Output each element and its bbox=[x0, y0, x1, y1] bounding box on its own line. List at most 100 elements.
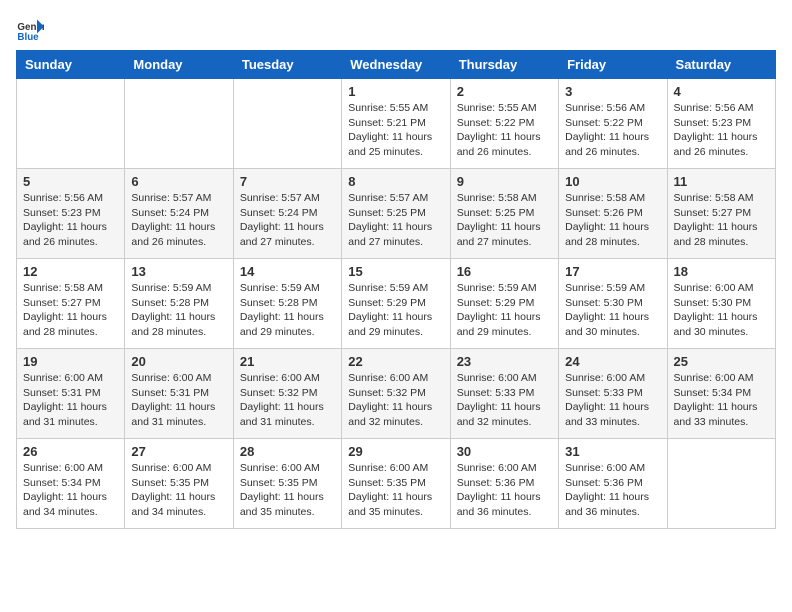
day-number: 19 bbox=[23, 354, 118, 369]
day-info-text: Daylight: 11 hours and 29 minutes. bbox=[348, 310, 443, 339]
calendar-cell: 28Sunrise: 6:00 AMSunset: 5:35 PMDayligh… bbox=[233, 439, 341, 529]
day-info-text: Daylight: 11 hours and 28 minutes. bbox=[23, 310, 118, 339]
day-info-text: Sunset: 5:22 PM bbox=[457, 116, 552, 131]
day-number: 26 bbox=[23, 444, 118, 459]
day-info-text: Sunrise: 5:59 AM bbox=[131, 281, 226, 296]
day-info-text: Daylight: 11 hours and 33 minutes. bbox=[674, 400, 769, 429]
day-info-text: Sunrise: 5:57 AM bbox=[240, 191, 335, 206]
calendar-cell: 7Sunrise: 5:57 AMSunset: 5:24 PMDaylight… bbox=[233, 169, 341, 259]
day-header-tuesday: Tuesday bbox=[233, 51, 341, 79]
calendar-cell: 12 Sunrise: 5:58 AMSunset: 5:27 PMDayligh… bbox=[17, 259, 125, 349]
day-info-text: Daylight: 11 hours and 32 minutes. bbox=[457, 400, 552, 429]
calendar-cell: 2 Sunrise: 5:55 AMSunset: 5:22 PMDaylight… bbox=[450, 79, 558, 169]
day-number: 16 bbox=[457, 264, 552, 279]
day-info-text: Sunrise: 5:59 AM bbox=[565, 281, 660, 296]
day-info-text: Sunset: 5:27 PM bbox=[23, 296, 118, 311]
day-number: 14 bbox=[240, 264, 335, 279]
day-info-text: Sunset: 5:25 PM bbox=[457, 206, 552, 221]
day-info-text: Daylight: 11 hours and 31 minutes. bbox=[240, 400, 335, 429]
day-info-text: Sunset: 5:31 PM bbox=[131, 386, 226, 401]
calendar-cell: 18Sunrise: 6:00 AMSunset: 5:30 PMDayligh… bbox=[667, 259, 775, 349]
calendar-cell: 27Sunrise: 6:00 AMSunset: 5:35 PMDayligh… bbox=[125, 439, 233, 529]
calendar-cell bbox=[667, 439, 775, 529]
calendar-week-row: 1Sunrise: 5:55 AMSunset: 5:21 PMDaylight… bbox=[17, 79, 776, 169]
day-info-text: Daylight: 11 hours and 26 minutes. bbox=[457, 130, 552, 159]
day-info-text: Sunrise: 6:00 AM bbox=[674, 281, 769, 296]
calendar-cell: 21Sunrise: 6:00 AMSunset: 5:32 PMDayligh… bbox=[233, 349, 341, 439]
day-info-text: Sunrise: 5:57 AM bbox=[131, 191, 226, 206]
day-number: 24 bbox=[565, 354, 660, 369]
day-info-text: Daylight: 11 hours and 27 minutes. bbox=[457, 220, 552, 249]
day-info-text: Sunrise: 5:59 AM bbox=[240, 281, 335, 296]
day-info-text: Sunset: 5:28 PM bbox=[240, 296, 335, 311]
day-info-text: Sunset: 5:29 PM bbox=[348, 296, 443, 311]
day-info-text: Daylight: 11 hours and 28 minutes. bbox=[131, 310, 226, 339]
calendar-cell: 30Sunrise: 6:00 AMSunset: 5:36 PMDayligh… bbox=[450, 439, 558, 529]
calendar-table: SundayMondayTuesdayWednesdayThursdayFrid… bbox=[16, 50, 776, 529]
day-number: 1 bbox=[348, 84, 443, 99]
day-header-wednesday: Wednesday bbox=[342, 51, 450, 79]
day-number: 12 bbox=[23, 264, 118, 279]
day-number: 31 bbox=[565, 444, 660, 459]
day-info-text: Sunrise: 5:59 AM bbox=[348, 281, 443, 296]
day-number: 27 bbox=[131, 444, 226, 459]
calendar-cell: 20Sunrise: 6:00 AMSunset: 5:31 PMDayligh… bbox=[125, 349, 233, 439]
day-number: 10 bbox=[565, 174, 660, 189]
day-number: 18 bbox=[674, 264, 769, 279]
calendar-cell: 25Sunrise: 6:00 AMSunset: 5:34 PMDayligh… bbox=[667, 349, 775, 439]
day-info-text: Daylight: 11 hours and 26 minutes. bbox=[131, 220, 226, 249]
day-info-text: Sunset: 5:36 PM bbox=[457, 476, 552, 491]
day-info-text: Daylight: 11 hours and 25 minutes. bbox=[348, 130, 443, 159]
day-info-text: Sunrise: 5:55 AM bbox=[348, 101, 443, 116]
day-number: 3 bbox=[565, 84, 660, 99]
day-header-thursday: Thursday bbox=[450, 51, 558, 79]
day-info-text: Sunrise: 6:00 AM bbox=[240, 371, 335, 386]
day-info-text: Sunset: 5:28 PM bbox=[131, 296, 226, 311]
calendar-cell: 9Sunrise: 5:58 AMSunset: 5:25 PMDaylight… bbox=[450, 169, 558, 259]
day-number: 7 bbox=[240, 174, 335, 189]
calendar-cell: 13Sunrise: 5:59 AMSunset: 5:28 PMDayligh… bbox=[125, 259, 233, 349]
calendar-week-row: 19Sunrise: 6:00 AMSunset: 5:31 PMDayligh… bbox=[17, 349, 776, 439]
day-info-text: Sunset: 5:34 PM bbox=[23, 476, 118, 491]
day-info-text: Daylight: 11 hours and 36 minutes. bbox=[457, 490, 552, 519]
day-info-text: Sunset: 5:21 PM bbox=[348, 116, 443, 131]
day-info-text: Sunrise: 5:59 AM bbox=[457, 281, 552, 296]
day-info-text: Daylight: 11 hours and 36 minutes. bbox=[565, 490, 660, 519]
day-info-text: Daylight: 11 hours and 28 minutes. bbox=[565, 220, 660, 249]
day-info-text: Sunrise: 5:56 AM bbox=[565, 101, 660, 116]
day-info-text: Daylight: 11 hours and 26 minutes. bbox=[565, 130, 660, 159]
day-info-text: Sunset: 5:34 PM bbox=[674, 386, 769, 401]
day-info-text: Sunset: 5:22 PM bbox=[565, 116, 660, 131]
svg-text:Blue: Blue bbox=[17, 32, 39, 43]
day-info-text: Daylight: 11 hours and 27 minutes. bbox=[348, 220, 443, 249]
calendar-week-row: 12Sunrise: 5:58 AMSunset: 5:27 PMDayligh… bbox=[17, 259, 776, 349]
day-info-text: Sunset: 5:35 PM bbox=[131, 476, 226, 491]
day-info-text: Daylight: 11 hours and 29 minutes. bbox=[457, 310, 552, 339]
day-info-text: Sunrise: 5:55 AM bbox=[457, 101, 552, 116]
day-info-text: Sunrise: 6:00 AM bbox=[240, 461, 335, 476]
logo[interactable]: General Blue bbox=[16, 16, 48, 44]
day-info-text: Sunset: 5:24 PM bbox=[240, 206, 335, 221]
day-number: 30 bbox=[457, 444, 552, 459]
day-info-text: Sunset: 5:33 PM bbox=[565, 386, 660, 401]
day-header-monday: Monday bbox=[125, 51, 233, 79]
day-info-text: Daylight: 11 hours and 26 minutes. bbox=[674, 130, 769, 159]
day-info-text: Daylight: 11 hours and 29 minutes. bbox=[240, 310, 335, 339]
day-number: 2 bbox=[457, 84, 552, 99]
day-info-text: Sunrise: 5:58 AM bbox=[457, 191, 552, 206]
day-info-text: Sunrise: 5:58 AM bbox=[23, 281, 118, 296]
calendar-cell: 26Sunrise: 6:00 AMSunset: 5:34 PMDayligh… bbox=[17, 439, 125, 529]
day-header-saturday: Saturday bbox=[667, 51, 775, 79]
calendar-cell: 1 Sunrise: 5:55 AMSunset: 5:21 PMDaylight… bbox=[342, 79, 450, 169]
day-info-text: Sunrise: 5:58 AM bbox=[674, 191, 769, 206]
calendar-week-row: 5Sunrise: 5:56 AMSunset: 5:23 PMDaylight… bbox=[17, 169, 776, 259]
calendar-cell: 16Sunrise: 5:59 AMSunset: 5:29 PMDayligh… bbox=[450, 259, 558, 349]
day-info-text: Daylight: 11 hours and 31 minutes. bbox=[131, 400, 226, 429]
day-number: 21 bbox=[240, 354, 335, 369]
day-number: 22 bbox=[348, 354, 443, 369]
day-info-text: Sunset: 5:27 PM bbox=[674, 206, 769, 221]
day-number: 11 bbox=[674, 174, 769, 189]
calendar-cell: 19Sunrise: 6:00 AMSunset: 5:31 PMDayligh… bbox=[17, 349, 125, 439]
day-number: 20 bbox=[131, 354, 226, 369]
logo-icon: General Blue bbox=[16, 16, 44, 44]
